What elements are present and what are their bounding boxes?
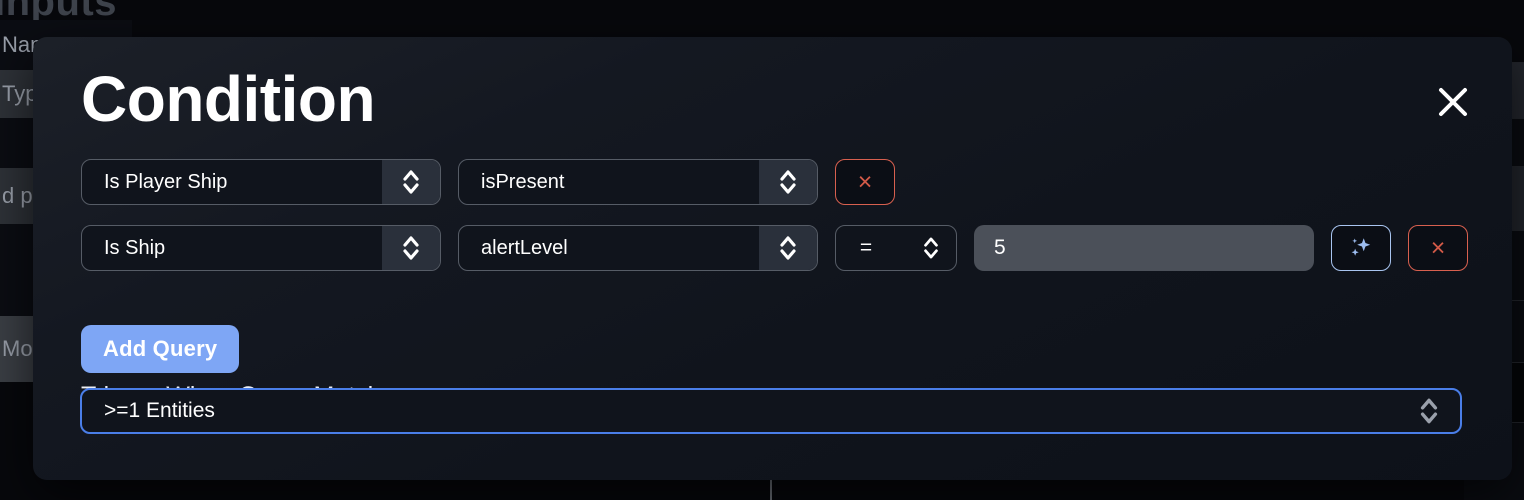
delete-query-button-1[interactable]: × [1408, 225, 1468, 271]
ai-generate-button-1[interactable] [1331, 225, 1391, 271]
value-input-1[interactable] [974, 225, 1314, 271]
background-row-label: Mo [2, 336, 33, 361]
entity-select-label-0: Is Player Ship [104, 170, 228, 193]
modal-title: Condition [81, 63, 376, 135]
add-query-button[interactable]: Add Query [81, 325, 240, 373]
close-icon: × [1430, 233, 1446, 262]
entity-select-1[interactable]: Is Ship [81, 225, 441, 271]
delete-query-button-0[interactable]: × [835, 159, 895, 205]
close-icon[interactable] [1430, 79, 1476, 125]
property-select-label-1: alertLevel [481, 236, 568, 259]
condition-modal: Condition Is Player Ship isPresent × Is … [33, 37, 1512, 480]
chevron-updown-icon[interactable] [906, 226, 956, 270]
query-row: Is Ship alertLevel = 5 × [81, 225, 1481, 271]
property-select-1[interactable]: alertLevel [458, 225, 818, 271]
chevron-updown-icon[interactable] [759, 160, 817, 204]
query-row: Is Player Ship isPresent × [81, 159, 1481, 205]
chevron-updown-icon[interactable] [759, 226, 817, 270]
query-list: Is Player Ship isPresent × Is Ship alert… [81, 159, 1481, 291]
chevron-updown-icon[interactable] [1398, 395, 1460, 427]
property-select-0[interactable]: isPresent [458, 159, 818, 205]
chevron-updown-icon[interactable] [382, 226, 440, 270]
close-icon: × [857, 167, 873, 196]
entity-select-label-1: Is Ship [104, 236, 166, 259]
chevron-updown-icon[interactable] [382, 160, 440, 204]
sparkles-icon [1351, 238, 1371, 256]
trigger-match-select[interactable]: >=1 Entities [80, 388, 1462, 434]
entity-select-0[interactable]: Is Player Ship [81, 159, 441, 205]
property-select-label-0: isPresent [481, 170, 565, 193]
screen: Inputs Name Type T d pr Mo Condition [0, 0, 1524, 500]
operator-select-1[interactable]: = [835, 225, 957, 271]
operator-select-label-1: = [859, 236, 873, 259]
trigger-match-select-label: >=1 Entities [104, 399, 215, 422]
